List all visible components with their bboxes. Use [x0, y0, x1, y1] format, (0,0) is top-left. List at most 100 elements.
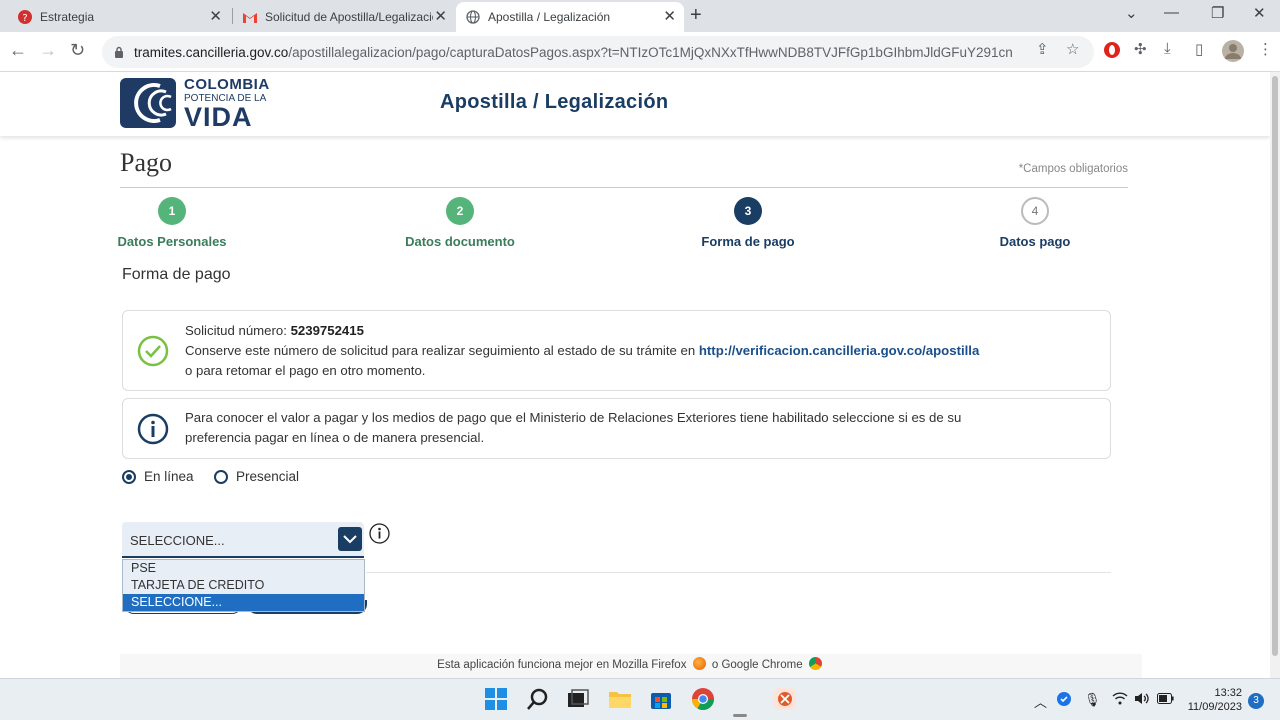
page-title: Pago: [120, 148, 172, 177]
verification-link[interactable]: http://verificacion.cancilleria.gov.co/a…: [699, 343, 979, 358]
page-scrollbar[interactable]: [1270, 72, 1280, 678]
step-1: 1 Datos Personales: [92, 197, 252, 249]
step-3: 3 Forma de pago: [668, 197, 828, 249]
step-label: Datos Personales: [117, 234, 227, 249]
windows-start-icon[interactable]: [484, 687, 508, 711]
svg-text:?: ?: [22, 13, 27, 24]
address-bar[interactable]: tramites.cancilleria.gov.co/apostillaleg…: [102, 36, 1094, 68]
select-value: SELECCIONE...: [130, 533, 225, 548]
chevron-down-icon[interactable]: [338, 527, 362, 551]
tab-title: Estrategia: [40, 10, 95, 24]
step-number: 1: [158, 197, 186, 225]
notification-badge[interactable]: 3: [1248, 693, 1264, 709]
request-number-label: Solicitud número:: [185, 323, 291, 338]
profile-avatar[interactable]: [1222, 40, 1244, 62]
url-host: tramites.cancilleria.gov.co: [134, 44, 289, 60]
security-shield-icon[interactable]: [1056, 691, 1072, 707]
info-text-line-2: preferencia pagar en línea o de manera p…: [185, 430, 485, 445]
show-hidden-icons-chevron-icon[interactable]: ︿: [1034, 692, 1047, 711]
colombia-logo-text: COLOMBIA POTENCIA DE LA VIDA: [184, 76, 270, 132]
close-tab-icon[interactable]: ✕: [434, 9, 447, 24]
back-arrow-icon[interactable]: ←: [9, 40, 27, 61]
site-header: COLOMBIA POTENCIA DE LA VIDA Apostilla /…: [0, 72, 1270, 136]
side-panel-icon[interactable]: ▯: [1195, 40, 1203, 58]
step-number: 4: [1021, 197, 1049, 225]
wifi-icon[interactable]: [1112, 692, 1128, 708]
page-footer: Esta aplicación funciona mejor en Mozill…: [120, 654, 1142, 678]
share-icon[interactable]: ⇪: [1036, 40, 1049, 58]
browser-tab-estrategia[interactable]: ? Estrategia ✕: [8, 2, 230, 32]
minimize-window-icon[interactable]: —: [1164, 4, 1179, 21]
chrome-icon: [808, 657, 822, 670]
chrome-taskbar-icon[interactable]: [691, 687, 715, 711]
task-view-icon[interactable]: [566, 687, 590, 711]
radio-presencial[interactable]: Presencial: [214, 469, 299, 484]
browser-tab-solicitud[interactable]: Solicitud de Apostilla/Legalizació ✕: [233, 2, 455, 32]
dropdown-option-pse[interactable]: PSE: [123, 560, 364, 577]
new-tab-plus-icon[interactable]: +: [690, 4, 702, 27]
battery-icon[interactable]: [1157, 692, 1174, 707]
step-label: Datos pago: [999, 234, 1071, 249]
footer-text-chrome: o Google Chrome: [708, 659, 803, 671]
step-label: Datos documento: [405, 234, 515, 249]
step-2: 2 Datos documento: [380, 197, 540, 249]
volume-icon[interactable]: [1134, 692, 1151, 708]
form-divider: [366, 572, 1111, 573]
download-icon[interactable]: ⤓: [1164, 40, 1171, 57]
dropdown-option-tarjeta[interactable]: TARJETA DE CREDITO: [123, 577, 364, 594]
windows-taskbar: ︿ 🎙 13:32 11/09/2023 3: [0, 678, 1280, 720]
request-number: 5239752415: [290, 323, 364, 338]
info-circle-icon: [137, 413, 169, 445]
clock-time: 13:32: [1214, 687, 1242, 699]
file-explorer-icon[interactable]: [608, 687, 632, 711]
url-path: /apostillalegalizacion/pago/capturaDatos…: [288, 44, 1014, 60]
radio-button-checked[interactable]: [122, 469, 136, 484]
close-tab-icon[interactable]: ✕: [663, 9, 676, 24]
logo-line-1: COLOMBIA: [184, 76, 270, 93]
title-divider: [120, 187, 1128, 188]
payment-method-select[interactable]: SELECCIONE...: [122, 522, 364, 558]
restore-window-icon[interactable]: ❐: [1211, 4, 1224, 22]
puzzle-icon[interactable]: ✣: [1134, 40, 1147, 58]
payment-info-icon[interactable]: [369, 523, 390, 544]
browser-toolbar: ← → ↻ tramites.cancilleria.gov.co/aposti…: [0, 32, 1280, 72]
info-alert: Para conocer el valor a pagar y los medi…: [122, 398, 1111, 459]
scrollbar-thumb[interactable]: [1272, 76, 1278, 656]
browser-tab-apostilla[interactable]: Apostilla / Legalización ✕: [456, 2, 684, 32]
star-icon[interactable]: ☆: [1066, 40, 1079, 58]
payment-method-dropdown-list[interactable]: PSE TARJETA DE CREDITO SELECCIONE...: [122, 559, 365, 612]
tab-title: Solicitud de Apostilla/Legalizació: [265, 10, 433, 24]
section-title: Forma de pago: [122, 266, 231, 283]
tracking-text: Conserve este número de solicitud para r…: [185, 343, 699, 358]
globe-favicon-icon: [466, 10, 480, 24]
step-number: 3: [734, 197, 762, 225]
forward-arrow-icon[interactable]: →: [39, 40, 57, 61]
tab-search-chevron-icon[interactable]: ⌄: [1125, 4, 1138, 22]
reload-icon[interactable]: ↻: [70, 40, 85, 61]
tab-title: Apostilla / Legalización: [488, 10, 611, 24]
check-circle-icon: [137, 335, 169, 367]
kebab-menu-icon[interactable]: ⋮: [1258, 40, 1273, 58]
step-number: 2: [446, 197, 474, 225]
search-icon[interactable]: [526, 687, 550, 711]
resume-payment-text: o para retomar el pago en otro momento.: [185, 363, 426, 378]
recording-app-icon[interactable]: [773, 687, 797, 711]
radio-en-linea[interactable]: En línea: [122, 469, 194, 484]
close-tab-icon[interactable]: ✕: [209, 9, 222, 24]
app-running-indicator: [733, 714, 747, 717]
close-window-icon[interactable]: ✕: [1253, 4, 1266, 22]
radio-label: En línea: [144, 469, 194, 484]
dropdown-option-seleccione[interactable]: SELECCIONE...: [123, 594, 364, 611]
radio-button[interactable]: [214, 469, 228, 484]
logo-line-3: VIDA: [184, 102, 253, 132]
system-clock[interactable]: 13:32 11/09/2023: [1180, 686, 1242, 714]
microphone-icon[interactable]: 🎙: [1084, 692, 1101, 708]
microsoft-store-icon[interactable]: [649, 687, 673, 711]
footer-text: Esta aplicación funciona mejor en Mozill…: [437, 659, 687, 671]
required-fields-note: *Campos obligatorios: [1018, 163, 1128, 175]
site-title: Apostilla / Legalización: [440, 91, 669, 113]
lock-icon: [115, 46, 123, 58]
opera-extension-icon[interactable]: [1103, 41, 1121, 59]
step-label: Forma de pago: [701, 234, 795, 249]
colombia-logo-mark: [120, 78, 176, 128]
